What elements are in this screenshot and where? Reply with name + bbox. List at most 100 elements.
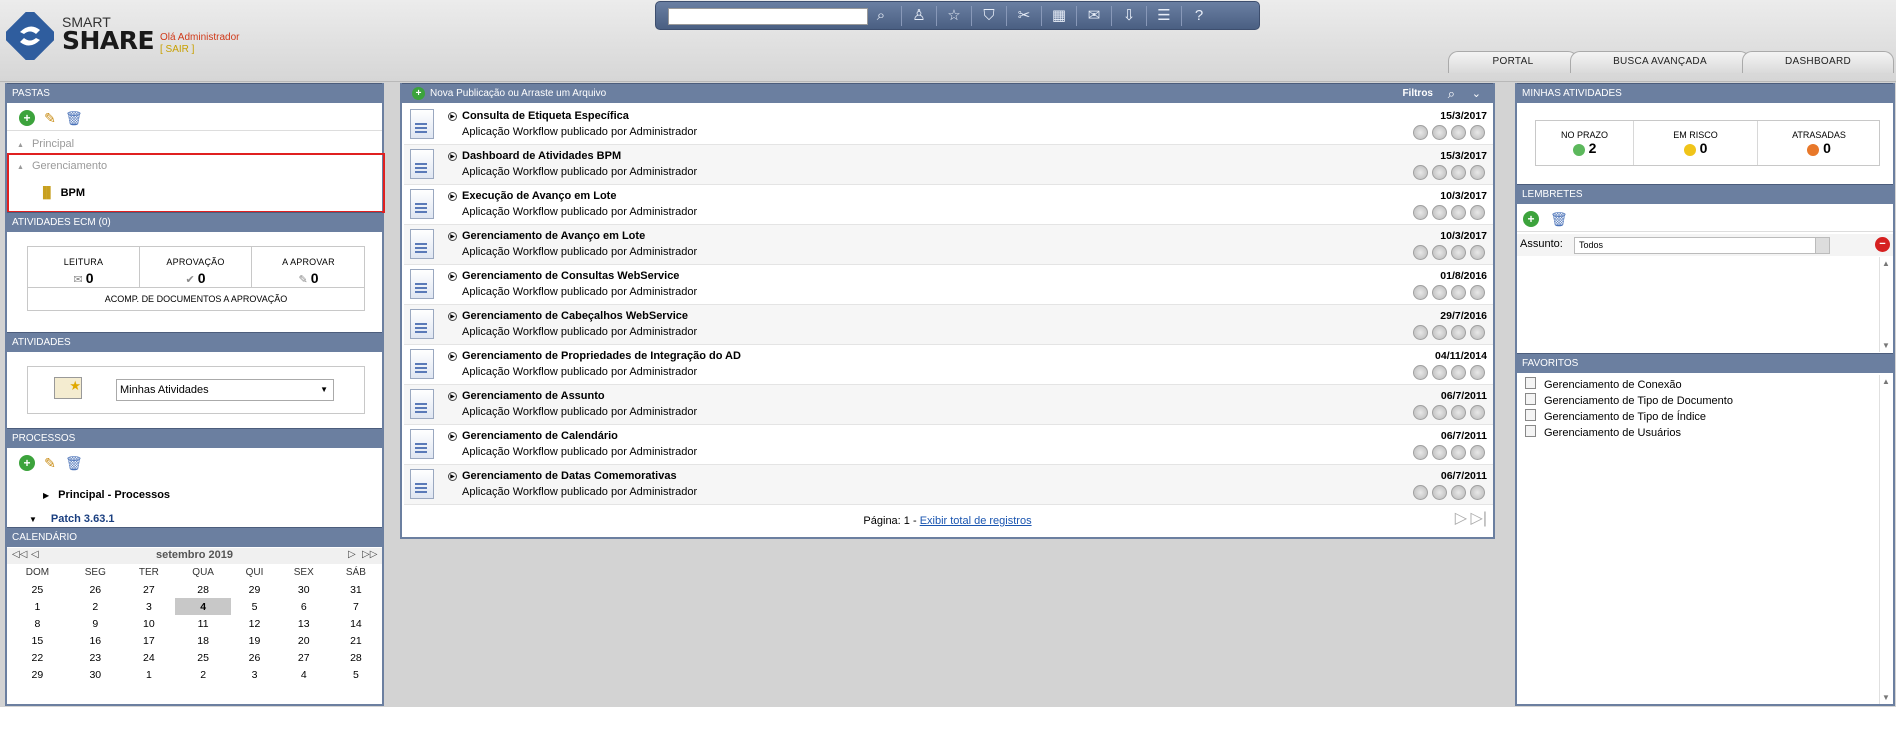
- calendar-day[interactable]: 29: [231, 581, 277, 598]
- action-icon[interactable]: [1432, 245, 1447, 260]
- ecm-a-aprovar[interactable]: A APROVAR ✎ 0: [252, 247, 365, 287]
- tab-portal[interactable]: PORTAL: [1448, 51, 1578, 73]
- calendar-day[interactable]: 29: [7, 666, 68, 683]
- calendar-day[interactable]: 4: [278, 666, 330, 683]
- action-icon[interactable]: [1413, 405, 1428, 420]
- info-icon[interactable]: [1470, 445, 1485, 460]
- publication-row[interactable]: ▶ Gerenciamento de Calendário Aplicação Wo…: [404, 425, 1493, 465]
- calendar-day[interactable]: 19: [231, 632, 277, 649]
- action-icon[interactable]: [1413, 125, 1428, 140]
- publication-row[interactable]: ▶ Gerenciamento de Datas Comemorativas Apl…: [404, 465, 1493, 505]
- tab-busca-avancada[interactable]: BUSCA AVANÇADA: [1570, 51, 1750, 73]
- trash-icon[interactable]: 🗑: [65, 455, 83, 471]
- calendar-day[interactable]: 28: [330, 649, 382, 666]
- calendar-day[interactable]: 10: [123, 615, 175, 632]
- calendar-day[interactable]: 26: [231, 649, 277, 666]
- publication-row[interactable]: ▶ Execução de Avanço em Lote Aplicação Wor…: [404, 185, 1493, 225]
- info-icon[interactable]: [1470, 325, 1485, 340]
- chevron-down-icon[interactable]: ⌄: [1472, 84, 1481, 104]
- info-icon[interactable]: [1470, 365, 1485, 380]
- trash-icon[interactable]: 🗑: [65, 110, 83, 126]
- action-icon[interactable]: [1413, 205, 1428, 220]
- expand-arrow-icon[interactable]: ▶: [448, 392, 457, 401]
- info-icon[interactable]: [1470, 125, 1485, 140]
- stat-atrasadas[interactable]: ATRASADAS 0: [1758, 121, 1880, 165]
- next-month-icon[interactable]: ▷: [348, 549, 356, 560]
- publication-row[interactable]: ▶ Consulta de Etiqueta Específica Aplicaçã…: [404, 105, 1493, 145]
- calendar-day[interactable]: 22: [7, 649, 68, 666]
- action-icon[interactable]: [1451, 285, 1466, 300]
- publication-row[interactable]: ▶ Gerenciamento de Consultas WebService Ap…: [404, 265, 1493, 305]
- action-icon[interactable]: [1432, 325, 1447, 340]
- add-icon[interactable]: +: [19, 455, 35, 471]
- action-icon[interactable]: [1413, 245, 1428, 260]
- action-icon[interactable]: [1432, 445, 1447, 460]
- add-icon[interactable]: +: [19, 110, 35, 126]
- action-icon[interactable]: [1451, 125, 1466, 140]
- publication-row[interactable]: ▶ Gerenciamento de Cabeçalhos WebService A…: [404, 305, 1493, 345]
- info-icon[interactable]: [1470, 165, 1485, 180]
- favorite-item[interactable]: Gerenciamento de Conexão: [1525, 377, 1682, 391]
- action-icon[interactable]: [1432, 485, 1447, 500]
- publication-title[interactable]: Dashboard de Atividades BPM: [462, 150, 621, 162]
- publication-title[interactable]: Gerenciamento de Avanço em Lote: [462, 230, 645, 242]
- mail-icon[interactable]: ✉: [1083, 6, 1105, 26]
- tree-item-principal[interactable]: ▲ Principal: [17, 138, 74, 150]
- action-icon[interactable]: [1432, 405, 1447, 420]
- calendar-day[interactable]: 1: [7, 598, 68, 615]
- tools-icon[interactable]: ✂: [1013, 6, 1035, 26]
- action-icon[interactable]: [1413, 485, 1428, 500]
- calendar-day[interactable]: 18: [175, 632, 231, 649]
- calendar-day[interactable]: 23: [68, 649, 123, 666]
- favorite-item[interactable]: Gerenciamento de Tipo de Índice: [1525, 409, 1706, 423]
- action-icon[interactable]: [1432, 365, 1447, 380]
- search-input[interactable]: [668, 8, 868, 25]
- last-page-icon[interactable]: ▷|: [1471, 508, 1487, 528]
- stat-no-prazo[interactable]: NO PRAZO 2: [1536, 121, 1634, 165]
- tree-item-patch[interactable]: ▼ Patch 3.63.1: [29, 513, 115, 525]
- expand-arrow-icon[interactable]: ▶: [448, 352, 457, 361]
- next-year-icon[interactable]: ▷▷: [362, 549, 377, 560]
- info-icon[interactable]: [1470, 485, 1485, 500]
- calendar-day[interactable]: 3: [123, 598, 175, 615]
- remove-icon[interactable]: −: [1875, 237, 1890, 252]
- assunto-select[interactable]: Todos: [1574, 237, 1830, 254]
- action-icon[interactable]: [1413, 365, 1428, 380]
- expand-arrow-icon[interactable]: ▶: [448, 312, 457, 321]
- calendar-day[interactable]: 16: [68, 632, 123, 649]
- calendar-day[interactable]: 30: [68, 666, 123, 683]
- favorite-item[interactable]: Gerenciamento de Tipo de Documento: [1525, 393, 1733, 407]
- action-icon[interactable]: [1413, 285, 1428, 300]
- calendar-day[interactable]: 5: [231, 598, 277, 615]
- expand-arrow-icon[interactable]: ▶: [448, 232, 457, 241]
- help-icon[interactable]: ?: [1188, 6, 1210, 26]
- action-icon[interactable]: [1432, 125, 1447, 140]
- calendar-day[interactable]: 1: [123, 666, 175, 683]
- action-icon[interactable]: [1432, 205, 1447, 220]
- calendar-day[interactable]: 11: [175, 615, 231, 632]
- action-icon[interactable]: [1451, 365, 1466, 380]
- publication-title[interactable]: Gerenciamento de Propriedades de Integra…: [462, 350, 741, 362]
- list-icon[interactable]: ☰: [1153, 6, 1175, 26]
- edit-icon[interactable]: ✎: [42, 110, 58, 126]
- tree-item-principal-processos[interactable]: ▶ Principal - Processos: [43, 489, 170, 501]
- publication-row[interactable]: ▶ Gerenciamento de Avanço em Lote Aplicaçã…: [404, 225, 1493, 265]
- calendar-day[interactable]: 25: [7, 581, 68, 598]
- ecm-leitura[interactable]: LEITURA ✉ 0: [28, 247, 140, 287]
- publication-row[interactable]: ▶ Dashboard de Atividades BPM Aplicação Wo…: [404, 145, 1493, 185]
- calendar-day[interactable]: 27: [123, 581, 175, 598]
- add-icon[interactable]: +: [1523, 211, 1539, 227]
- info-icon[interactable]: [1470, 245, 1485, 260]
- favorite-item[interactable]: Gerenciamento de Usuários: [1525, 425, 1681, 439]
- tab-dashboard[interactable]: DASHBOARD: [1742, 51, 1894, 73]
- action-icon[interactable]: [1451, 325, 1466, 340]
- action-icon[interactable]: [1413, 445, 1428, 460]
- download-icon[interactable]: ⇩: [1118, 6, 1140, 26]
- publication-title[interactable]: Gerenciamento de Cabeçalhos WebService: [462, 310, 688, 322]
- info-icon[interactable]: [1470, 405, 1485, 420]
- action-icon[interactable]: [1451, 485, 1466, 500]
- filter-icon[interactable]: ⛉: [978, 6, 1000, 26]
- lembretes-scrollbar[interactable]: ▲ ▼: [1879, 257, 1893, 352]
- calendar-day[interactable]: 24: [123, 649, 175, 666]
- edit-icon[interactable]: ✎: [42, 455, 58, 471]
